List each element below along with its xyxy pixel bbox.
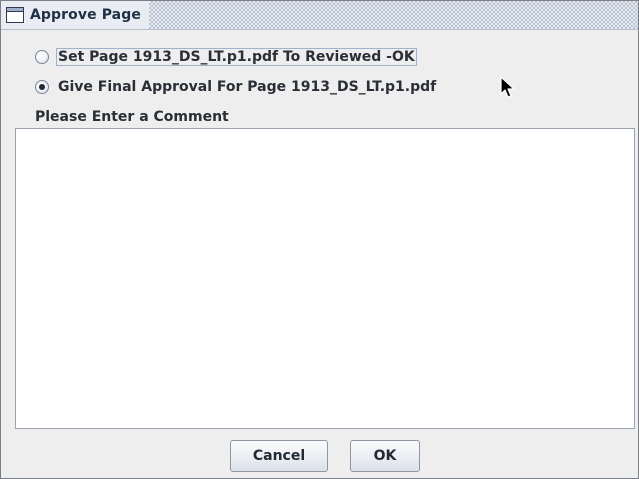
cancel-button[interactable]: Cancel xyxy=(230,440,328,472)
radio-checked-icon[interactable] xyxy=(35,80,49,94)
comment-textarea[interactable] xyxy=(15,128,635,429)
option-set-reviewed[interactable]: Set Page 1913_DS_LT.p1.pdf To Reviewed -… xyxy=(35,48,417,66)
radio-unchecked-icon[interactable] xyxy=(35,50,49,64)
dialog-title: Approve Page xyxy=(30,7,141,23)
option-final-approval-label[interactable]: Give Final Approval For Page 1913_DS_LT.… xyxy=(56,78,438,96)
approve-page-dialog: Approve Page Set Page 1913_DS_LT.p1.pdf … xyxy=(0,0,639,479)
ok-button[interactable]: OK xyxy=(350,440,420,472)
comment-label: Please Enter a Comment xyxy=(35,109,229,125)
window-icon xyxy=(6,7,24,23)
title-bar[interactable]: Approve Page xyxy=(1,1,638,30)
mouse-pointer-icon xyxy=(500,76,516,100)
option-set-reviewed-label[interactable]: Set Page 1913_DS_LT.p1.pdf To Reviewed -… xyxy=(56,48,417,66)
option-final-approval[interactable]: Give Final Approval For Page 1913_DS_LT.… xyxy=(35,78,438,96)
title-group: Approve Page xyxy=(1,1,149,29)
